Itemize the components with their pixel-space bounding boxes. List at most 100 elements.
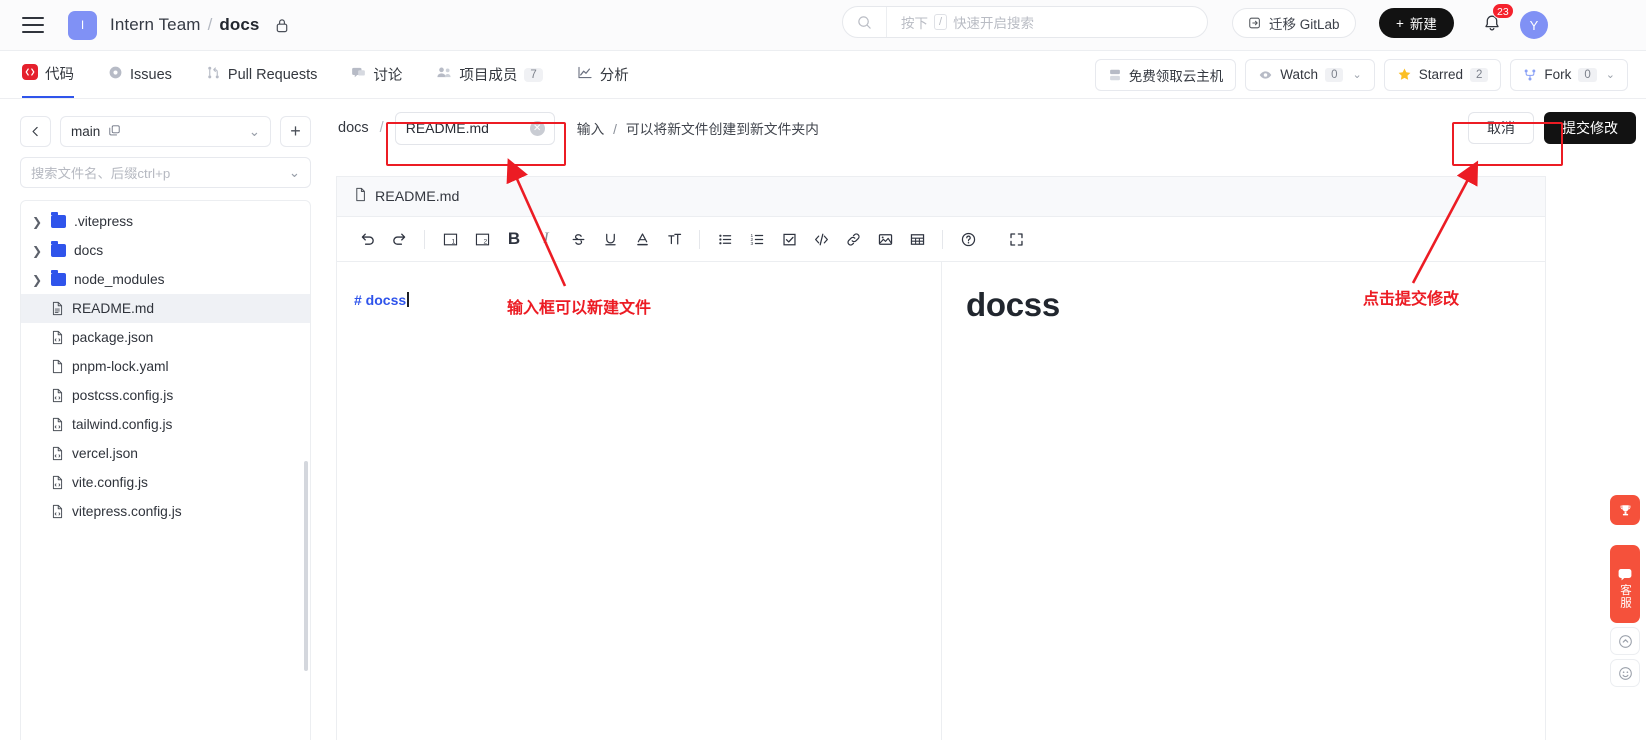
bullet-list-icon[interactable] (710, 224, 740, 254)
copy-icon[interactable] (108, 124, 121, 140)
customer-service-widget[interactable]: 客服 (1610, 545, 1640, 623)
avatar[interactable]: Y (1520, 11, 1548, 39)
italic-icon[interactable]: I (531, 224, 561, 254)
file-tree-scrollbar[interactable] (304, 461, 308, 671)
plus-icon: + (1396, 16, 1404, 31)
trophy-icon[interactable] (1610, 495, 1640, 525)
editor-toolbar: 1 2 B I 123 (337, 217, 1545, 262)
bold-icon[interactable]: B (499, 224, 529, 254)
help-icon[interactable] (953, 224, 983, 254)
hamburger-icon[interactable] (22, 17, 44, 33)
notification-count-badge: 23 (1492, 3, 1514, 19)
tab-issues[interactable]: Issues (108, 51, 172, 98)
file-search-input[interactable]: 搜索文件名、后缀ctrl+p ⌄ (20, 157, 311, 188)
tab-pull-requests[interactable]: Pull Requests (206, 51, 317, 98)
toolbar-divider (424, 230, 425, 249)
file-tree-item[interactable]: postcss.config.js (21, 381, 310, 410)
members-icon (436, 65, 452, 84)
chevron-down-icon[interactable]: ⌄ (1352, 68, 1361, 81)
tab-discussion[interactable]: 讨论 (351, 51, 402, 98)
branch-chevron-down-icon[interactable]: ⌄ (249, 124, 260, 140)
chevron-right-icon[interactable]: ❯ (31, 215, 43, 229)
breadcrumb-owner[interactable]: Intern Team (110, 15, 201, 35)
markdown-file-icon (51, 301, 64, 316)
file-tree-item[interactable]: ❯docs (21, 236, 310, 265)
font-color-icon[interactable] (627, 224, 657, 254)
new-button[interactable]: + 新建 (1379, 8, 1454, 38)
search-input[interactable]: 按下 / 快速开启搜索 (842, 6, 1208, 38)
starred-label: Starred (1419, 67, 1463, 82)
back-button[interactable] (20, 116, 51, 147)
server-icon (1108, 68, 1122, 82)
fork-button[interactable]: Fork 0 ⌄ (1510, 59, 1628, 91)
undo-icon[interactable] (352, 224, 382, 254)
tab-code[interactable]: 代码 (22, 51, 74, 98)
font-size-icon[interactable] (659, 224, 689, 254)
underline-icon[interactable] (595, 224, 625, 254)
file-tree-item[interactable]: vitepress.config.js (21, 497, 310, 526)
annotation-label-filename: 输入框可以新建文件 (507, 294, 651, 318)
submit-changes-button[interactable]: 提交修改 (1544, 112, 1636, 144)
heading-1-icon[interactable]: 1 (435, 224, 465, 254)
editor-source-pane[interactable]: # docss (337, 262, 942, 740)
lock-icon (275, 18, 289, 33)
heading-2-icon[interactable]: 2 (467, 224, 497, 254)
chevron-right-icon[interactable]: ❯ (31, 273, 43, 287)
link-icon[interactable] (838, 224, 868, 254)
cancel-button[interactable]: 取消 (1468, 112, 1534, 144)
file-tree-item-label: tailwind.config.js (72, 417, 172, 432)
starred-button[interactable]: Starred 2 (1384, 59, 1502, 91)
table-icon[interactable] (902, 224, 932, 254)
org-avatar-letter: I (81, 18, 84, 32)
fork-chevron-down-icon[interactable]: ⌄ (1606, 68, 1615, 81)
path-folder[interactable]: docs (338, 120, 369, 136)
file-tree-item[interactable]: tailwind.config.js (21, 410, 310, 439)
folder-icon (51, 273, 66, 286)
editor-preview-pane: docss (942, 262, 1545, 740)
editor-file-tab[interactable]: README.md (337, 177, 1545, 217)
smiley-icon[interactable] (1610, 659, 1640, 687)
repo-nav: 代码 Issues Pull Requests 讨论 项目成员 7 分析 免费领… (0, 51, 1646, 99)
annotation-label-submit: 点击提交修改 (1363, 285, 1459, 309)
file-tree-item[interactable]: README.md (21, 294, 310, 323)
file-search-placeholder: 搜索文件名、后缀ctrl+p (31, 163, 170, 182)
file-tree-item[interactable]: package.json (21, 323, 310, 352)
breadcrumb-repo[interactable]: docs (219, 15, 259, 35)
app-root: I Intern Team / docs 按下 / 快速开启搜索 迁移 GitL… (0, 0, 1646, 740)
file-tree-item-label: vitepress.config.js (72, 504, 182, 519)
text-caret (407, 292, 409, 307)
arrow-up-circle-icon[interactable] (1610, 627, 1640, 655)
cloud-host-button[interactable]: 免费领取云主机 (1095, 59, 1237, 91)
file-tree-item[interactable]: ❯node_modules (21, 265, 310, 294)
strikethrough-icon[interactable] (563, 224, 593, 254)
tab-analytics[interactable]: 分析 (577, 51, 629, 98)
redo-icon[interactable] (384, 224, 414, 254)
editor-source-line: # docss (354, 292, 406, 308)
chevron-right-icon[interactable]: ❯ (31, 244, 43, 258)
file-tree: ❯.vitepress❯docs❯node_modules README.md pa… (20, 200, 311, 740)
tab-discussion-label: 讨论 (373, 64, 402, 85)
tab-issues-label: Issues (130, 67, 172, 83)
branch-row: main ⌄ + (20, 116, 311, 147)
file-tree-item[interactable]: vercel.json (21, 439, 310, 468)
code-block-icon[interactable] (806, 224, 836, 254)
new-button-label: 新建 (1410, 13, 1437, 33)
file-tree-item[interactable]: vite.config.js (21, 468, 310, 497)
clear-circle-icon[interactable]: ✕ (530, 121, 545, 136)
file-tree-item[interactable]: pnpm-lock.yaml (21, 352, 310, 381)
ordered-list-icon[interactable]: 123 (742, 224, 772, 254)
file-tree-rows: ❯.vitepress❯docs❯node_modules README.md pa… (21, 201, 310, 532)
migrate-gitlab-button[interactable]: 迁移 GitLab (1232, 8, 1356, 38)
add-file-button[interactable]: + (280, 116, 311, 147)
task-list-icon[interactable] (774, 224, 804, 254)
org-avatar[interactable]: I (68, 11, 97, 40)
fullscreen-icon[interactable] (1001, 224, 1031, 254)
watch-button[interactable]: Watch 0 ⌄ (1245, 59, 1374, 91)
file-search-chevron-down-icon[interactable]: ⌄ (289, 165, 300, 181)
image-icon[interactable] (870, 224, 900, 254)
file-tree-item[interactable]: ❯.vitepress (21, 207, 310, 236)
search-text-a: 按下 (901, 12, 928, 32)
tab-members[interactable]: 项目成员 7 (436, 51, 542, 98)
file-tree-item-label: README.md (72, 301, 154, 316)
branch-selector[interactable]: main ⌄ (60, 116, 271, 147)
